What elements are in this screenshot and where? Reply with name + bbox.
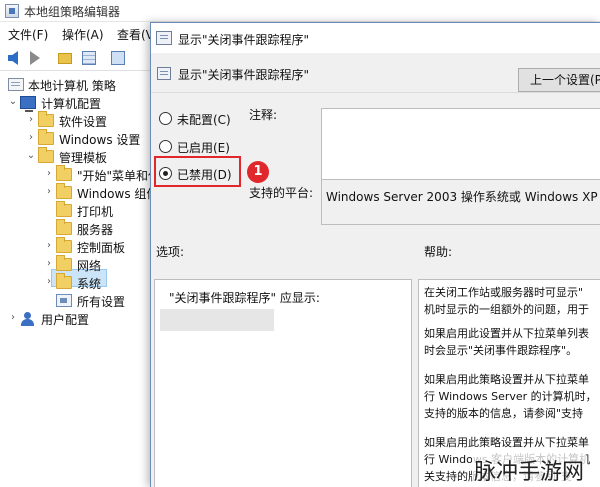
tree-item-label: 计算机配置 — [41, 97, 102, 111]
menu-view[interactable]: 查看(V — [117, 26, 154, 43]
dialog-title: 显示"关闭事件跟踪程序" — [178, 33, 310, 47]
computer-icon — [20, 96, 36, 112]
console-tree: 本地计算机 策略 ⌄ 计算机配置 › 软件设置 › Windows 设置 ⌄ 管… — [0, 72, 160, 487]
export-list-icon — [111, 51, 125, 65]
folder-icon — [56, 255, 72, 271]
tree-item-label: Windows 设置 — [59, 133, 141, 147]
folder-icon — [38, 147, 54, 163]
options-description: "关闭事件跟踪程序" 应显示: — [169, 291, 320, 305]
folder-icon — [38, 111, 54, 127]
help-text-line: 行 Windows Server 的计算机时， — [424, 390, 597, 403]
chevron-right-icon[interactable]: › — [44, 168, 54, 179]
chevron-right-icon[interactable]: › — [26, 114, 36, 125]
chevron-right-icon[interactable]: › — [44, 258, 54, 269]
radio-label: 未配置(C) — [177, 113, 231, 127]
folder-icon — [56, 237, 72, 253]
folder-up-icon — [58, 53, 72, 64]
folder-icon — [56, 183, 72, 199]
radio-label: 已启用(E) — [177, 141, 230, 155]
radio-circle[interactable] — [159, 140, 172, 153]
tree-item-label: Windows 组件 — [77, 187, 159, 201]
back-button[interactable] — [4, 49, 22, 67]
help-text-line: 如果启用此策略设置并从下拉菜单 — [424, 436, 589, 449]
help-text-line: 如果启用此设置并从下拉菜单列表 — [424, 327, 589, 340]
help-text-line: 支持的版本的信息，请参阅"支持 — [424, 407, 584, 420]
supported-platform-value: Windows Server 2003 操作系统或 Windows XP Pro… — [326, 190, 600, 204]
tree-item-label: 所有设置 — [77, 295, 126, 309]
menu-action[interactable]: 操作(A) — [62, 26, 104, 43]
folder-icon — [56, 201, 72, 217]
help-label: 帮助: — [424, 245, 453, 259]
chevron-right-icon[interactable]: › — [8, 312, 18, 323]
folder-icon — [56, 165, 72, 181]
chevron-right-icon[interactable]: › — [26, 132, 36, 143]
radio-not-configured[interactable]: 未配置(C) — [159, 110, 259, 128]
folder-icon — [56, 273, 72, 289]
chevron-down-icon[interactable]: ⌄ — [26, 150, 36, 161]
policy-icon — [8, 78, 24, 91]
dialog-title-bar: 显示"关闭事件跟踪程序" — [151, 23, 600, 53]
annotation-highlight-box — [154, 156, 241, 187]
tree-item-label: 本地计算机 策略 — [28, 79, 116, 93]
tree-item-label: 软件设置 — [59, 115, 108, 129]
tree-item-label: 服务器 — [77, 223, 114, 237]
policy-setting-icon — [156, 31, 172, 45]
gpedit-app-icon — [5, 4, 19, 18]
export-list-button[interactable] — [110, 49, 128, 67]
console-tree-icon — [82, 51, 96, 65]
chevron-right-icon[interactable]: › — [44, 276, 54, 287]
comment-label: 注释: — [249, 108, 278, 122]
up-folder-button[interactable] — [56, 49, 74, 67]
user-icon — [20, 312, 36, 326]
help-text-line: 如果启用此策略设置并从下拉菜单 — [424, 373, 589, 386]
options-label: 选项: — [156, 245, 185, 259]
tree-item-label: 管理模板 — [59, 151, 108, 165]
chevron-right-icon[interactable]: › — [44, 240, 54, 251]
options-panel: "关闭事件跟踪程序" 应显示: — [154, 279, 412, 487]
tree-item-label: 用户配置 — [41, 313, 90, 327]
folder-icon — [56, 219, 72, 235]
policy-setting-dialog: 显示"关闭事件跟踪程序" 显示"关闭事件跟踪程序" 上一个设置(P 未配置(C)… — [150, 22, 600, 487]
folder-icon — [38, 129, 54, 145]
dialog-header: 显示"关闭事件跟踪程序" 上一个设置(P — [151, 53, 600, 93]
step-number-badge: 1 — [247, 161, 269, 183]
supported-platform-field: Windows Server 2003 操作系统或 Windows XP Pro… — [321, 179, 600, 225]
tree-item-label: 网络 — [77, 259, 102, 273]
help-text-line: 在关闭工作站或服务器时可显示" — [424, 286, 584, 299]
forward-arrow-icon — [30, 51, 40, 65]
tree-item-label: 打印机 — [77, 205, 114, 219]
help-text-line: 时会显示"关闭事件跟踪程序"。 — [424, 344, 578, 357]
forward-button[interactable] — [26, 49, 44, 67]
tree-item-label: 系统 — [77, 277, 102, 291]
show-hide-tree-button[interactable] — [80, 49, 98, 67]
previous-setting-button[interactable]: 上一个设置(P — [518, 68, 600, 92]
help-text-line: 机时显示的一组额外的问题，用于 — [424, 303, 589, 316]
back-arrow-icon — [8, 51, 18, 65]
tree-item-label: "开始"菜单和任 — [77, 169, 161, 183]
site-watermark: 脉冲手游网 — [472, 454, 587, 486]
supported-platform-label: 支持的平台: — [249, 186, 314, 200]
chevron-right-icon[interactable]: › — [44, 186, 54, 197]
radio-enabled[interactable]: 已启用(E) — [159, 138, 259, 156]
gpedit-title: 本地组策略编辑器 — [24, 5, 121, 19]
radio-circle[interactable] — [159, 112, 172, 125]
tree-item-label: 控制面板 — [77, 241, 126, 255]
shutdown-tracker-dropdown[interactable] — [160, 309, 274, 331]
chevron-down-icon[interactable]: ⌄ — [8, 96, 18, 107]
menu-file[interactable]: 文件(F) — [8, 26, 48, 43]
setting-name: 显示"关闭事件跟踪程序" — [178, 68, 310, 82]
gpedit-title-bar: 本地组策略编辑器 — [0, 0, 600, 22]
all-settings-icon — [56, 294, 72, 307]
policy-setting-icon — [157, 67, 171, 80]
